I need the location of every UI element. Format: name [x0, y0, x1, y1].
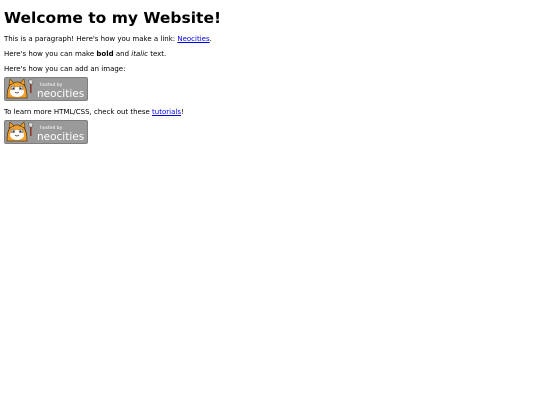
paragraph-formatting-middle: and	[113, 50, 132, 58]
paragraph-tutorials-text: To learn more HTML/CSS, check out these	[4, 108, 153, 116]
paragraph-link: This is a paragraph! Here's how you make…	[4, 35, 536, 44]
paragraph-formatting: Here's how you can make bold and italic …	[4, 50, 536, 59]
page: Welcome to my Website! This is a paragra…	[0, 9, 540, 144]
hosted-by-neocities-badge: hosted by neocities	[4, 77, 88, 101]
paragraph-tutorials: To learn more HTML/CSS, check out these …	[4, 108, 536, 117]
paragraph-image: Here's how you can add an image:	[4, 65, 126, 73]
bold-text: bold	[96, 50, 114, 58]
badge-line2: neocities	[37, 131, 84, 143]
paragraph-link-end: .	[209, 35, 212, 43]
paragraph-tutorials-end: !	[180, 108, 184, 116]
neocities-link[interactable]: Neocities	[177, 35, 209, 43]
tutorials-link[interactable]: tutorials	[152, 108, 181, 116]
italic-text: italic	[131, 50, 148, 58]
paragraph-link-text: This is a paragraph! Here's how you make…	[4, 35, 178, 43]
page-title: Welcome to my Website!	[4, 9, 222, 27]
paragraph-formatting-end: text.	[147, 50, 167, 58]
paragraph-formatting-start: Here's how you can make	[4, 50, 97, 58]
hosted-by-neocities-badge-2: hosted by neocities	[4, 120, 88, 144]
badge-line2: neocities	[37, 88, 84, 100]
